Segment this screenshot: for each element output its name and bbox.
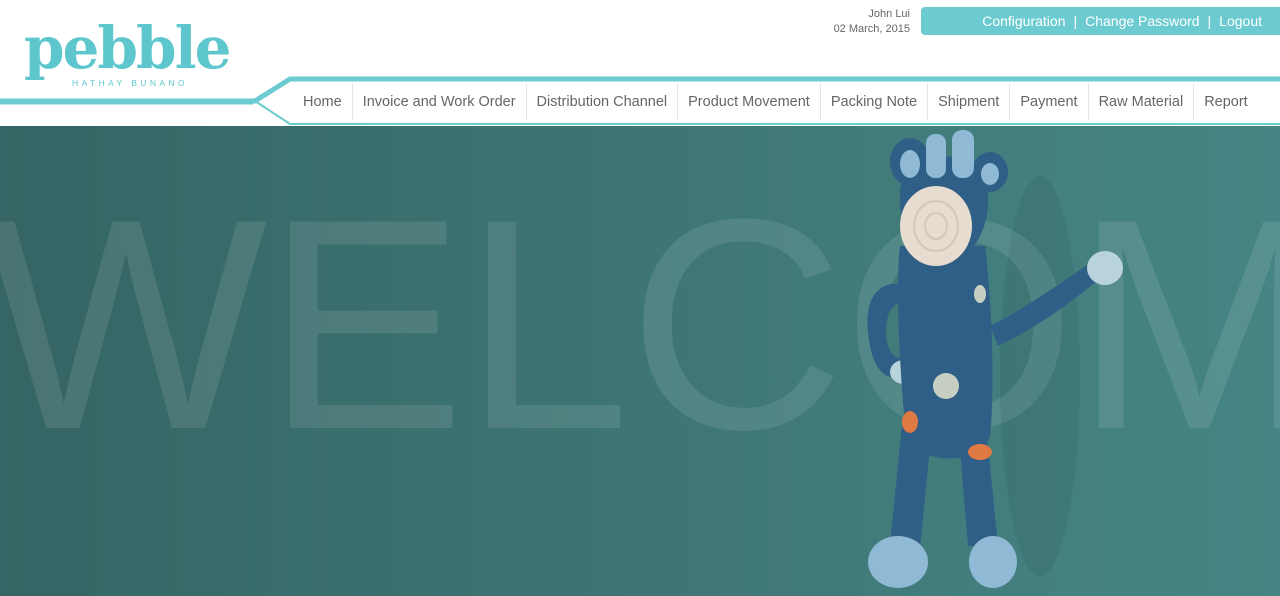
nav-shipment[interactable]: Shipment xyxy=(927,84,1009,120)
current-date: 02 March, 2015 xyxy=(833,23,910,35)
crochet-giraffe-toy-icon xyxy=(867,130,1123,588)
nav-raw-material[interactable]: Raw Material xyxy=(1087,84,1194,120)
brand-name: pebble xyxy=(24,14,231,82)
user-info: John Lui 02 March, 2015 xyxy=(834,7,910,37)
account-links-bar: Configuration | Change Password | Logout xyxy=(921,7,1280,35)
configuration-link[interactable]: Configuration xyxy=(982,13,1065,29)
nav-report[interactable]: Report xyxy=(1193,84,1258,120)
logout-link[interactable]: Logout xyxy=(1219,13,1262,29)
nav-home[interactable]: Home xyxy=(293,84,352,120)
link-separator: | xyxy=(1073,13,1078,29)
user-name: John Lui xyxy=(868,8,910,20)
nav-invoice-work-order[interactable]: Invoice and Work Order xyxy=(351,84,526,120)
link-separator: | xyxy=(1207,13,1212,29)
nav-distribution-channel[interactable]: Distribution Channel xyxy=(525,84,678,120)
nav-packing-note[interactable]: Packing Note xyxy=(819,84,927,120)
main-nav: Home Invoice and Work Order Distribution… xyxy=(293,84,1258,120)
welcome-hero: WELCOME xyxy=(0,126,1280,596)
change-password-link[interactable]: Change Password xyxy=(1085,13,1199,29)
nav-payment[interactable]: Payment xyxy=(1009,84,1087,120)
nav-product-movement[interactable]: Product Movement xyxy=(677,84,820,120)
